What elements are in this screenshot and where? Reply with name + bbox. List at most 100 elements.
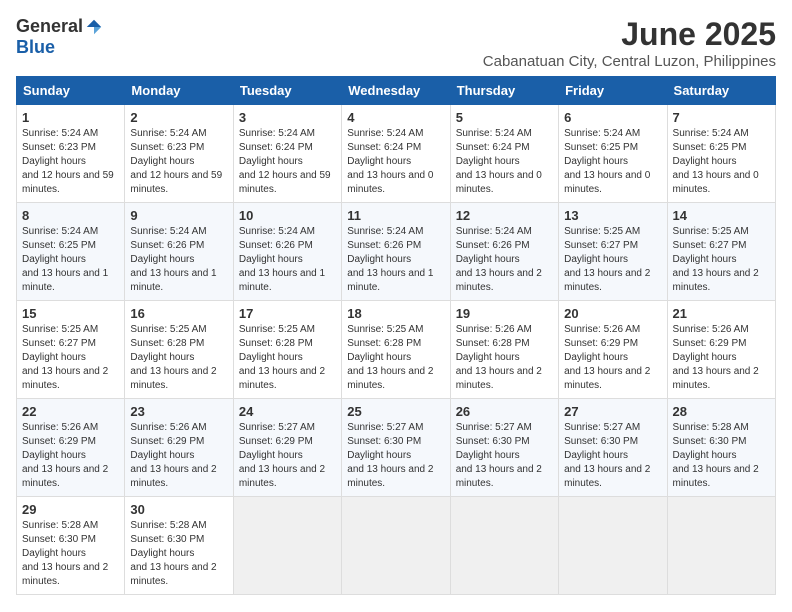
table-row: 27 Sunrise: 5:27 AMSunset: 6:30 PMDaylig… <box>559 399 667 497</box>
day-info: Sunrise: 5:26 AMSunset: 6:29 PMDaylight … <box>22 422 108 489</box>
table-row: 15 Sunrise: 5:25 AMSunset: 6:27 PMDaylig… <box>17 301 125 399</box>
day-info: Sunrise: 5:24 AMSunset: 6:25 PMDaylight … <box>22 226 108 293</box>
table-row: 3 Sunrise: 5:24 AMSunset: 6:24 PMDayligh… <box>233 105 341 203</box>
day-info: Sunrise: 5:28 AMSunset: 6:30 PMDaylight … <box>130 520 216 587</box>
day-number: 3 <box>239 110 336 125</box>
day-info: Sunrise: 5:24 AMSunset: 6:24 PMDaylight … <box>347 128 433 195</box>
day-number: 15 <box>22 306 119 321</box>
table-row: 29 Sunrise: 5:28 AMSunset: 6:30 PMDaylig… <box>17 497 125 595</box>
table-row: 28 Sunrise: 5:28 AMSunset: 6:30 PMDaylig… <box>667 399 775 497</box>
col-wednesday: Wednesday <box>342 77 450 105</box>
table-row: 30 Sunrise: 5:28 AMSunset: 6:30 PMDaylig… <box>125 497 233 595</box>
table-row: 17 Sunrise: 5:25 AMSunset: 6:28 PMDaylig… <box>233 301 341 399</box>
day-info: Sunrise: 5:24 AMSunset: 6:26 PMDaylight … <box>456 226 542 293</box>
day-info: Sunrise: 5:28 AMSunset: 6:30 PMDaylight … <box>673 422 759 489</box>
day-number: 22 <box>22 404 119 419</box>
table-row: 2 Sunrise: 5:24 AMSunset: 6:23 PMDayligh… <box>125 105 233 203</box>
table-row: 4 Sunrise: 5:24 AMSunset: 6:24 PMDayligh… <box>342 105 450 203</box>
day-info: Sunrise: 5:27 AMSunset: 6:29 PMDaylight … <box>239 422 325 489</box>
table-row: 20 Sunrise: 5:26 AMSunset: 6:29 PMDaylig… <box>559 301 667 399</box>
day-info: Sunrise: 5:27 AMSunset: 6:30 PMDaylight … <box>347 422 433 489</box>
table-row: 25 Sunrise: 5:27 AMSunset: 6:30 PMDaylig… <box>342 399 450 497</box>
day-number: 17 <box>239 306 336 321</box>
calendar-week-row: 1 Sunrise: 5:24 AMSunset: 6:23 PMDayligh… <box>17 105 776 203</box>
day-info: Sunrise: 5:25 AMSunset: 6:27 PMDaylight … <box>564 226 650 293</box>
location-subtitle: Cabanatuan City, Central Luzon, Philippi… <box>483 53 776 70</box>
day-info: Sunrise: 5:24 AMSunset: 6:26 PMDaylight … <box>347 226 433 293</box>
day-number: 4 <box>347 110 444 125</box>
day-info: Sunrise: 5:24 AMSunset: 6:23 PMDaylight … <box>22 128 114 195</box>
day-info: Sunrise: 5:25 AMSunset: 6:27 PMDaylight … <box>22 324 108 391</box>
table-row: 9 Sunrise: 5:24 AMSunset: 6:26 PMDayligh… <box>125 203 233 301</box>
col-saturday: Saturday <box>667 77 775 105</box>
logo: General Blue <box>16 16 103 58</box>
day-number: 28 <box>673 404 770 419</box>
day-info: Sunrise: 5:24 AMSunset: 6:26 PMDaylight … <box>130 226 216 293</box>
day-number: 27 <box>564 404 661 419</box>
table-row: 1 Sunrise: 5:24 AMSunset: 6:23 PMDayligh… <box>17 105 125 203</box>
day-number: 9 <box>130 208 227 223</box>
table-row: 26 Sunrise: 5:27 AMSunset: 6:30 PMDaylig… <box>450 399 558 497</box>
day-info: Sunrise: 5:25 AMSunset: 6:28 PMDaylight … <box>239 324 325 391</box>
calendar-body: 1 Sunrise: 5:24 AMSunset: 6:23 PMDayligh… <box>17 105 776 595</box>
day-info: Sunrise: 5:27 AMSunset: 6:30 PMDaylight … <box>564 422 650 489</box>
day-number: 12 <box>456 208 553 223</box>
table-row: 23 Sunrise: 5:26 AMSunset: 6:29 PMDaylig… <box>125 399 233 497</box>
day-number: 1 <box>22 110 119 125</box>
day-number: 24 <box>239 404 336 419</box>
day-number: 8 <box>22 208 119 223</box>
day-number: 29 <box>22 502 119 517</box>
day-number: 7 <box>673 110 770 125</box>
day-info: Sunrise: 5:27 AMSunset: 6:30 PMDaylight … <box>456 422 542 489</box>
table-row: 6 Sunrise: 5:24 AMSunset: 6:25 PMDayligh… <box>559 105 667 203</box>
day-number: 18 <box>347 306 444 321</box>
table-row: 5 Sunrise: 5:24 AMSunset: 6:24 PMDayligh… <box>450 105 558 203</box>
day-info: Sunrise: 5:25 AMSunset: 6:28 PMDaylight … <box>130 324 216 391</box>
day-info: Sunrise: 5:24 AMSunset: 6:23 PMDaylight … <box>130 128 222 195</box>
calendar-week-row: 15 Sunrise: 5:25 AMSunset: 6:27 PMDaylig… <box>17 301 776 399</box>
table-row: 13 Sunrise: 5:25 AMSunset: 6:27 PMDaylig… <box>559 203 667 301</box>
table-row: 22 Sunrise: 5:26 AMSunset: 6:29 PMDaylig… <box>17 399 125 497</box>
day-number: 25 <box>347 404 444 419</box>
table-row <box>233 497 341 595</box>
day-info: Sunrise: 5:26 AMSunset: 6:29 PMDaylight … <box>130 422 216 489</box>
table-row: 7 Sunrise: 5:24 AMSunset: 6:25 PMDayligh… <box>667 105 775 203</box>
col-tuesday: Tuesday <box>233 77 341 105</box>
day-number: 16 <box>130 306 227 321</box>
month-title: June 2025 <box>483 16 776 53</box>
day-info: Sunrise: 5:24 AMSunset: 6:25 PMDaylight … <box>564 128 650 195</box>
table-row <box>667 497 775 595</box>
day-number: 11 <box>347 208 444 223</box>
table-row <box>342 497 450 595</box>
day-number: 30 <box>130 502 227 517</box>
day-number: 14 <box>673 208 770 223</box>
calendar-table: Sunday Monday Tuesday Wednesday Thursday… <box>16 76 776 595</box>
table-row: 8 Sunrise: 5:24 AMSunset: 6:25 PMDayligh… <box>17 203 125 301</box>
table-row: 21 Sunrise: 5:26 AMSunset: 6:29 PMDaylig… <box>667 301 775 399</box>
day-number: 23 <box>130 404 227 419</box>
day-info: Sunrise: 5:24 AMSunset: 6:24 PMDaylight … <box>456 128 542 195</box>
day-number: 26 <box>456 404 553 419</box>
day-info: Sunrise: 5:25 AMSunset: 6:27 PMDaylight … <box>673 226 759 293</box>
logo-icon <box>85 18 103 36</box>
col-sunday: Sunday <box>17 77 125 105</box>
title-section: June 2025 Cabanatuan City, Central Luzon… <box>483 16 776 70</box>
table-row: 19 Sunrise: 5:26 AMSunset: 6:28 PMDaylig… <box>450 301 558 399</box>
day-number: 13 <box>564 208 661 223</box>
day-info: Sunrise: 5:24 AMSunset: 6:24 PMDaylight … <box>239 128 331 195</box>
day-info: Sunrise: 5:24 AMSunset: 6:26 PMDaylight … <box>239 226 325 293</box>
day-number: 19 <box>456 306 553 321</box>
table-row: 18 Sunrise: 5:25 AMSunset: 6:28 PMDaylig… <box>342 301 450 399</box>
col-thursday: Thursday <box>450 77 558 105</box>
logo-general: General <box>16 16 83 37</box>
day-info: Sunrise: 5:26 AMSunset: 6:28 PMDaylight … <box>456 324 542 391</box>
table-row: 12 Sunrise: 5:24 AMSunset: 6:26 PMDaylig… <box>450 203 558 301</box>
calendar-week-row: 8 Sunrise: 5:24 AMSunset: 6:25 PMDayligh… <box>17 203 776 301</box>
table-row: 14 Sunrise: 5:25 AMSunset: 6:27 PMDaylig… <box>667 203 775 301</box>
col-monday: Monday <box>125 77 233 105</box>
day-info: Sunrise: 5:28 AMSunset: 6:30 PMDaylight … <box>22 520 108 587</box>
logo-blue: Blue <box>16 37 55 58</box>
day-number: 5 <box>456 110 553 125</box>
calendar-week-row: 29 Sunrise: 5:28 AMSunset: 6:30 PMDaylig… <box>17 497 776 595</box>
col-friday: Friday <box>559 77 667 105</box>
